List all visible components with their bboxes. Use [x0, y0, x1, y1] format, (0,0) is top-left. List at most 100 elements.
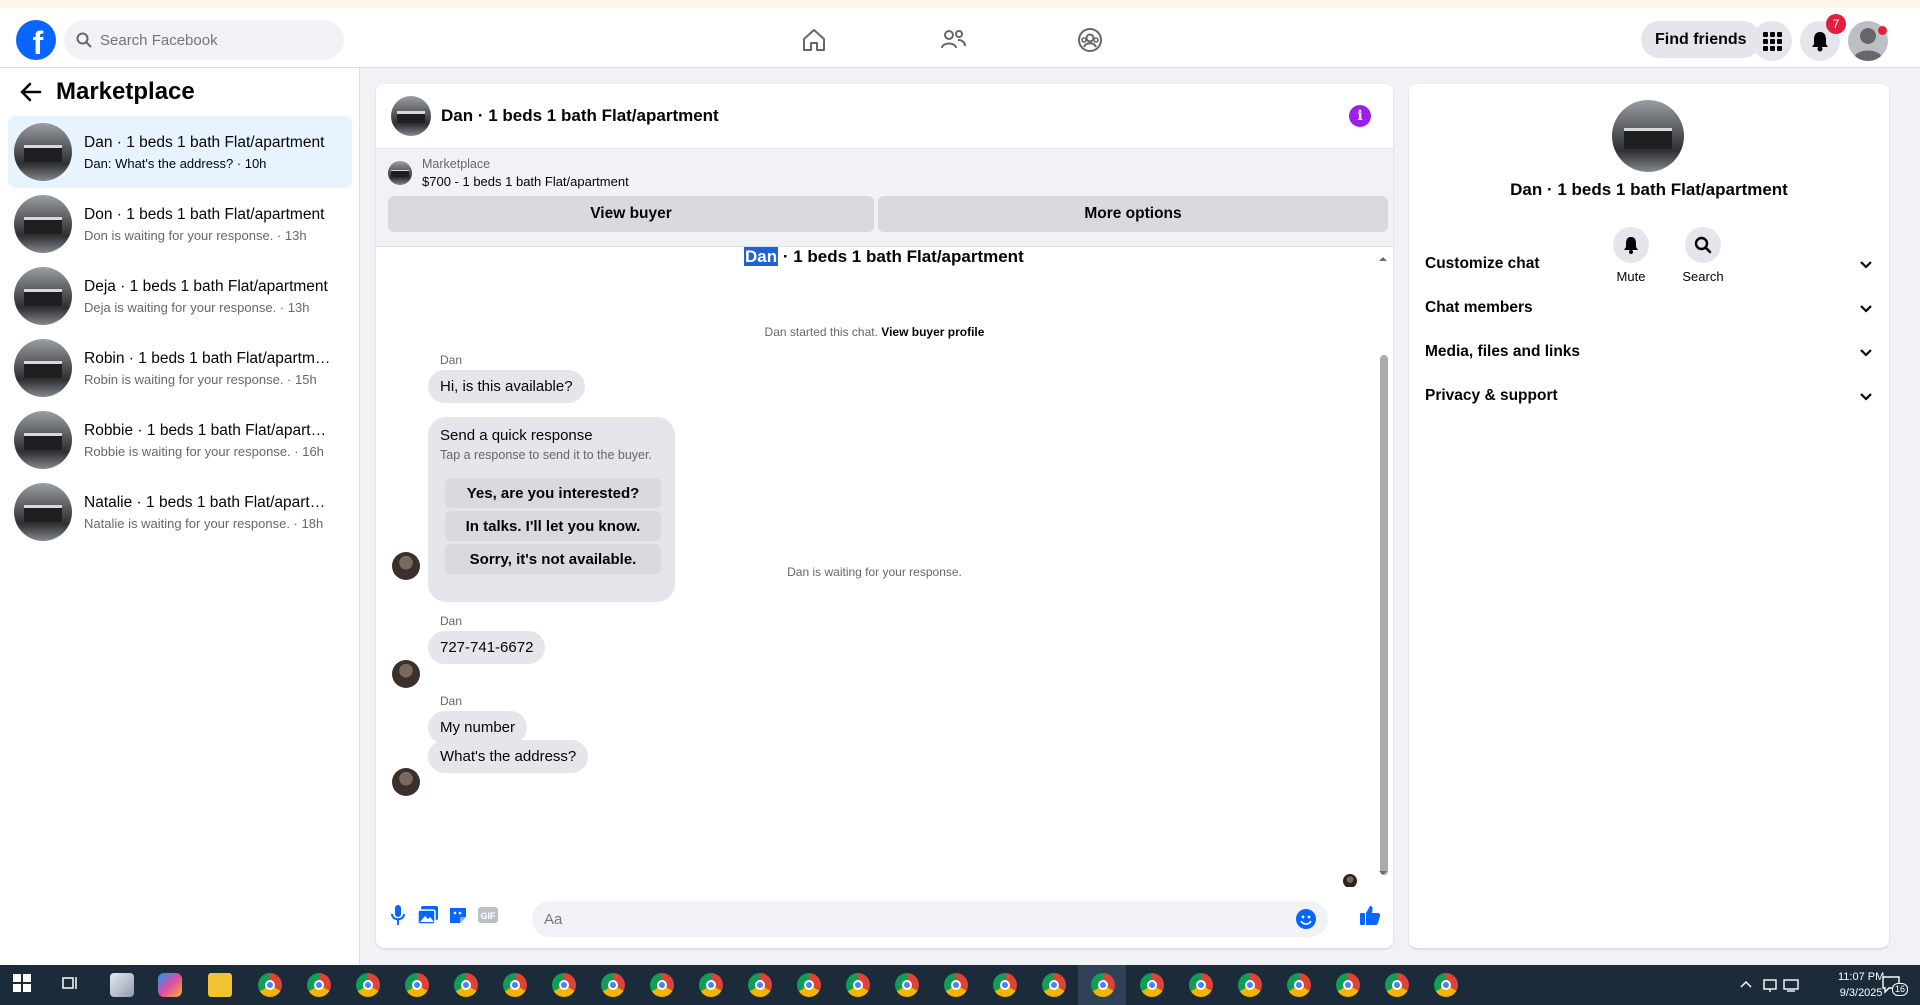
chrome-icon[interactable] [258, 973, 282, 997]
scroll-thumb[interactable] [1380, 355, 1388, 875]
chrome-icon[interactable] [1287, 973, 1311, 997]
chat-info-panel: Dan · 1 beds 1 bath Flat/apartment Mute … [1409, 84, 1889, 948]
sidebar-header: Marketplace [20, 78, 195, 106]
top-strip [0, 0, 1920, 8]
notification-badge: 7 [1826, 14, 1846, 34]
microphone-icon[interactable] [386, 903, 410, 927]
back-arrow-icon[interactable] [20, 82, 42, 102]
network-icon[interactable] [1780, 973, 1804, 997]
privacy-support-row[interactable]: Privacy & support [1425, 376, 1873, 416]
view-buyer-button[interactable]: View buyer [388, 196, 874, 232]
windows-start-icon[interactable] [12, 973, 36, 997]
chrome-icon[interactable] [1189, 973, 1213, 997]
sender-name: Dan [440, 694, 463, 708]
chrome-icon[interactable] [650, 973, 674, 997]
scroll-up-icon[interactable] [1377, 255, 1389, 263]
conversation-item[interactable]: Deja · 1 beds 1 bath Flat/apartment Deja … [8, 260, 352, 332]
search-bar[interactable] [64, 20, 344, 60]
chrome-icon[interactable] [895, 973, 919, 997]
chrome-icon[interactable] [601, 973, 625, 997]
chrome-icon[interactable] [699, 973, 723, 997]
message-input-box[interactable] [532, 901, 1328, 937]
photo-icon[interactable] [416, 903, 440, 927]
chrome-icon[interactable] [356, 973, 380, 997]
file-explorer-icon[interactable] [208, 973, 232, 997]
find-friends-button[interactable]: Find friends [1641, 21, 1761, 58]
chat-scrollbar[interactable] [1377, 255, 1389, 880]
sender-avatar[interactable] [392, 768, 420, 796]
chrome-icon[interactable] [1336, 973, 1360, 997]
scroll-down-icon[interactable] [1377, 869, 1389, 877]
listing-thumbnail [14, 483, 72, 541]
listing-info[interactable]: Marketplace $700 - 1 beds 1 bath Flat/ap… [388, 157, 629, 189]
message-bubble[interactable]: 727-741-6672 [428, 631, 546, 664]
sender-name: Dan [440, 353, 463, 367]
emoji-icon[interactable] [1296, 909, 1316, 929]
chat-listing-thumbnail[interactable] [391, 96, 431, 136]
notification-center-count: 16 [1892, 983, 1909, 996]
conversation-title: Dan · 1 beds 1 bath Flat/apartment [84, 133, 325, 151]
listing-thumbnail [14, 339, 72, 397]
message-input[interactable] [544, 910, 1264, 928]
notification-center-icon[interactable]: 16 [1880, 973, 1909, 997]
chrome-icon[interactable] [993, 973, 1017, 997]
sticker-icon[interactable] [446, 903, 470, 927]
chat-header: Dan · 1 beds 1 bath Flat/apartment i [376, 84, 1393, 148]
more-options-button[interactable]: More options [878, 196, 1388, 232]
sidebar-title: Marketplace [56, 78, 195, 105]
chrome-icon[interactable] [797, 973, 821, 997]
message-bubble[interactable]: Hi, is this available? [428, 370, 585, 403]
chrome-icon[interactable] [405, 973, 429, 997]
task-view-icon[interactable] [60, 973, 84, 997]
waiting-note: Dan is waiting for your response. [787, 565, 962, 579]
listing-small-thumbnail [388, 161, 412, 185]
chrome-icon[interactable] [846, 973, 870, 997]
listing-price: $700 - 1 beds 1 bath Flat/apartment [422, 174, 629, 189]
paint-app-icon[interactable] [110, 973, 134, 997]
conversation-item[interactable]: Don · 1 beds 1 bath Flat/apartment Don is… [8, 188, 352, 260]
menu-grid-icon[interactable] [1752, 21, 1792, 61]
view-buyer-profile-link[interactable]: View buyer profile [881, 325, 984, 339]
quick-response-subtitle: Tap a response to send it to the buyer. [440, 448, 652, 462]
chrome-icon[interactable] [1091, 973, 1115, 997]
message-bubble[interactable]: What's the address? [428, 740, 589, 773]
groups-icon[interactable] [1074, 24, 1106, 56]
chat-members-row[interactable]: Chat members [1425, 288, 1873, 328]
customize-chat-row[interactable]: Customize chat [1425, 244, 1873, 284]
search-input[interactable] [100, 31, 300, 49]
info-icon[interactable]: i [1349, 105, 1371, 127]
gif-icon[interactable]: GIF [476, 903, 500, 927]
facebook-logo[interactable]: f [16, 20, 56, 61]
chat-title[interactable]: Dan · 1 beds 1 bath Flat/apartment [441, 106, 719, 126]
sender-avatar[interactable] [392, 660, 420, 688]
chrome-icon[interactable] [1385, 973, 1409, 997]
chrome-icon[interactable] [748, 973, 772, 997]
home-icon[interactable] [798, 24, 830, 56]
info-panel-title: Dan · 1 beds 1 bath Flat/apartment [1510, 180, 1788, 199]
chrome-icon[interactable] [307, 973, 331, 997]
media-files-links-row[interactable]: Media, files and links [1425, 332, 1873, 372]
friends-icon[interactable] [937, 24, 969, 56]
chrome-icon[interactable] [552, 973, 576, 997]
conversation-item[interactable]: Robin · 1 beds 1 bath Flat/apartment Robi… [8, 332, 352, 404]
taskbar-clock[interactable]: 11:07 PM 9/3/2025 [1838, 969, 1884, 1001]
chevron-up-icon[interactable] [1734, 973, 1758, 997]
conversation-item[interactable]: Dan · 1 beds 1 bath Flat/apartment Dan: W… [8, 116, 352, 188]
chrome-icon[interactable] [1042, 973, 1066, 997]
chrome-icon[interactable] [1434, 973, 1458, 997]
chrome-icon[interactable] [1238, 973, 1262, 997]
chevron-down-icon [1860, 260, 1872, 269]
chrome-icon[interactable] [944, 973, 968, 997]
conversation-item[interactable]: Robbie · 1 beds 1 bath Flat/apartm... Rob… [8, 404, 352, 476]
quick-response-button[interactable]: In talks. I'll let you know. [445, 511, 661, 541]
thumbs-up-icon[interactable] [1358, 903, 1382, 927]
display-icon[interactable] [1758, 973, 1782, 997]
top-navbar: f Find friends 7 [0, 8, 1920, 68]
chrome-icon[interactable] [1140, 973, 1164, 997]
chrome-icon[interactable] [454, 973, 478, 997]
page-scrollbar[interactable] [1905, 68, 1920, 965]
copilot-icon[interactable] [158, 973, 182, 997]
quick-response-button[interactable]: Yes, are you interested? [445, 478, 661, 508]
chrome-icon[interactable] [503, 973, 527, 997]
conversation-item[interactable]: Natalie · 1 beds 1 bath Flat/apartm... Na… [8, 476, 352, 548]
